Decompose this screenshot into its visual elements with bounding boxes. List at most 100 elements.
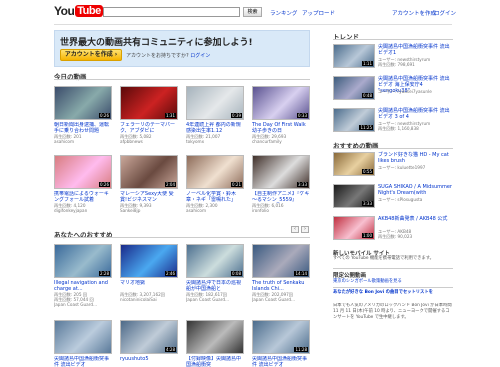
video-title-link[interactable]: 尖閣諸島中国漁船衝突事件 流出ビデオ 3 of 4 (378, 108, 453, 120)
video-thumbnail[interactable]: 0:26 (54, 155, 112, 189)
duration-badge: 1:11 (362, 61, 373, 66)
video-title-link[interactable]: 【自主制作アニメ】『ケキ～るマシン_5559』 (252, 191, 310, 203)
video-thumbnail[interactable] (186, 320, 244, 354)
video-card[interactable]: 0:39 4年連続上昇 都内の新規感染出生率1.12 再生回数: 21,007 tok… (186, 86, 244, 144)
sidebar-video[interactable]: 1:11 尖閣諸島中国漁船衝突事件 流出ビデオ1 ユーザー: newsthirsty… (333, 44, 453, 72)
limited-rule (333, 287, 453, 288)
duration-badge: 0:33 (297, 113, 308, 118)
video-card[interactable]: 0:08 尖閣諸島沖で日本の巡視船が中国漁船と 再生回数: 182,617回 Japa… (186, 244, 244, 302)
sidebar-video[interactable]: 1:00 AKB48新曲発表 / AKB48 公式 ユーザー: AKB48 再生回数:… (333, 216, 453, 244)
video-title-link[interactable]: 朝日新聞出身逮捕、運転手に乗り合わせ問題 (54, 122, 112, 134)
video-title-link[interactable]: SUGA SHIKAO / A Midsummer Night's Dream(… (378, 184, 453, 196)
duration-badge: 0:08 (231, 271, 242, 276)
video-title-link[interactable]: 尖閣諸島中国漁船衝突事件 流出ビデオ (54, 356, 112, 367)
search-button[interactable]: 検索 (243, 7, 262, 17)
trend-rule (333, 39, 453, 40)
video-title-link[interactable]: Illegal navigation and charge at... (54, 280, 112, 292)
upload-link[interactable]: アップロード (302, 9, 335, 17)
sidebar-video[interactable]: 11:25 尖閣諸島中国漁船衝突事件 流出ビデオ 3 of 4 ユーザー: news… (333, 108, 453, 136)
mobile-rule (333, 268, 453, 269)
create-account-button[interactable]: アカウントを作成 › (60, 49, 122, 61)
video-card[interactable]: 14:14 The truth of Senkaku Islands Chi...… (252, 244, 310, 302)
video-title-link[interactable]: マリオ地獄 (120, 280, 178, 292)
video-thumbnail[interactable]: 2:28 (54, 244, 112, 278)
video-thumbnail[interactable]: 0:08 (186, 244, 244, 278)
video-thumbnail[interactable]: 1:00 (333, 216, 375, 240)
video-meta: chancurfamily (252, 139, 282, 144)
video-card[interactable]: 尖閣諸島中国漁船衝突事件 流出ビデオ (54, 320, 112, 367)
video-meta: 再生回数: 90,023 (378, 234, 413, 239)
video-meta: ユーザー: sPlosugusta (378, 197, 423, 202)
banner-title: 世界最大の動画共有コミュニティに参加しよう! (60, 38, 253, 48)
video-meta: asahicom (186, 208, 207, 213)
next-page-button[interactable]: › (301, 226, 309, 233)
video-thumbnail[interactable]: 4:28 (120, 320, 178, 354)
video-thumbnail[interactable]: 3:33 (252, 155, 310, 189)
video-card[interactable]: 【付録映像】尖閣諸島中国漁船衝突 (186, 320, 244, 367)
video-meta: digifonkeyjapan (54, 208, 88, 213)
video-meta: 再生回数: 798,691 (378, 62, 415, 67)
video-card[interactable]: 0:21 ノーベル化学賞・鈴木章・ネギ「雷鳴れた」 再生回数: 2,300 asahi… (186, 155, 244, 213)
video-thumbnail[interactable]: 0:39 (186, 86, 244, 120)
sidebar-video[interactable]: 3:33 SUGA SHIKAO / A Midsummer Night's Dr… (333, 184, 453, 212)
video-meta: ユーザー: kuluette1997 (378, 165, 426, 170)
duration-badge: 4:28 (165, 347, 176, 352)
video-card[interactable]: 4:28 ryuushuto5 (120, 320, 178, 367)
video-title-link[interactable]: The Day Of First Walk 幼子歩きの日 (252, 122, 310, 134)
prev-page-button[interactable]: ‹ (291, 226, 299, 233)
video-title-link[interactable]: AKB48新曲発表 / AKB48 公式 (378, 216, 453, 222)
have-account-label: アカウントをお持ちですか? (126, 53, 189, 59)
video-thumbnail[interactable]: 14:14 (252, 244, 310, 278)
video-thumbnail[interactable]: 0:26 (54, 86, 112, 120)
video-thumbnail[interactable] (54, 320, 112, 354)
video-thumbnail[interactable]: 11:25 (333, 108, 375, 132)
video-title-link[interactable]: The truth of Senkaku Islands Chi... (252, 280, 310, 292)
video-title-link[interactable]: マレーシアSexy大使 受賞!ビジネスマン (120, 191, 178, 203)
video-card[interactable]: 0:33 The Day Of First Walk 幼子歩きの日 再生回数: 29… (252, 86, 310, 144)
duration-badge: 11:28 (294, 347, 308, 352)
video-title-link[interactable]: フェラーリのテーマパーク、アブダビに (120, 122, 178, 134)
video-title-link[interactable]: ノーベル化学賞・鈴木章・ネギ「雷鳴れた」 (186, 191, 244, 203)
sidebar-video[interactable]: 0:48 尖閣諸島中国漁船衝突事件 流出ビデオ 海上保安庁4 "sengoku38… (333, 76, 453, 104)
video-thumbnail[interactable]: 2:04 (120, 155, 178, 189)
video-thumbnail[interactable]: 0:48 (333, 76, 375, 100)
video-thumbnail[interactable]: 3:33 (333, 184, 375, 208)
video-title-link[interactable]: ブランド好きな猫 HD - My cat likes brush (378, 152, 453, 164)
video-meta: tokyomx (186, 139, 205, 144)
mobile-text: すべての YouTube 機能を携帯電話で利用できます。 (333, 256, 434, 261)
video-thumbnail[interactable]: 0:55 (333, 152, 375, 176)
limited-bold-link[interactable]: あなたが好きな Bon Jovi の曲目でセットリストを (333, 290, 453, 296)
video-card[interactable]: 3:33 【自主制作アニメ】『ケキ～るマシン_5559』 再生回数: 6,016 ir… (252, 155, 310, 213)
youtube-logo[interactable]: You Tube (54, 3, 103, 19)
video-card[interactable]: 0:26 携帯電話によるウォーキングフォール試着 再生回数: 4,120 digifo… (54, 155, 112, 213)
video-thumbnail[interactable]: 0:33 (252, 86, 310, 120)
video-thumbnail[interactable]: 1:31 (120, 86, 178, 120)
video-title-link[interactable]: 尖閣諸島中国漁船衝突事件 流出ビデオ1 (378, 44, 453, 56)
video-thumbnail[interactable]: 2:46 (120, 244, 178, 278)
video-thumbnail[interactable]: 0:21 (186, 155, 244, 189)
sidebar-video[interactable]: 0:55 ブランド好きな猫 HD - My cat likes brush ユーザー… (333, 152, 453, 180)
search-input[interactable] (103, 7, 240, 17)
login-link[interactable]: ログイン (434, 9, 456, 17)
ranking-link[interactable]: ランキング (270, 9, 297, 17)
video-title-link[interactable]: 【付録映像】尖閣諸島中国漁船衝突 (186, 356, 244, 367)
limited-heading: 限定公開動画 (333, 273, 367, 279)
banner-login-link[interactable]: ログイン (190, 53, 210, 59)
video-card[interactable]: 2:28 Illegal navigation and charge at... 再… (54, 244, 112, 307)
signup-banner: 世界最大の動画共有コミュニティに参加しよう! アカウントを作成 › アカウントを… (54, 30, 310, 67)
video-card[interactable]: 2:04 マレーシアSexy大使 受賞!ビジネスマン 再生回数: 9,393 Sank… (120, 155, 178, 213)
video-title-link[interactable]: 尖閣諸島沖で日本の巡視船が中国漁船と (186, 280, 244, 292)
video-title-link[interactable]: 携帯電話によるウォーキングフォール試着 (54, 191, 112, 203)
video-card[interactable]: 11:28 尖閣諸島中国漁船衝突事件 流出ビデオ (252, 320, 310, 367)
video-thumbnail[interactable]: 11:28 (252, 320, 310, 354)
video-card[interactable]: 2:46 マリオ地獄 再生回数: 3,207,162回 nicotaninicolai… (120, 244, 178, 302)
create-account-link[interactable]: アカウントを作成 (392, 9, 436, 17)
video-title-link[interactable]: 尖閣諸島中国漁船衝突事件 流出ビデオ (252, 356, 310, 367)
video-title-link[interactable]: ryuushuto5 (120, 356, 178, 367)
video-thumbnail[interactable]: 1:11 (333, 44, 375, 68)
limited-link[interactable]: 東京のシンガポール散策動画を見る (333, 279, 453, 285)
video-title-link[interactable]: 4年連続上昇 都内の新規感染出生率1.12 (186, 122, 244, 134)
video-card[interactable]: 0:26 朝日新聞出身逮捕、運転手に乗り合わせ問題 再生回数: 201 asahico… (54, 86, 112, 144)
duration-badge: 2:46 (165, 271, 176, 276)
video-card[interactable]: 1:31 フェラーリのテーマパーク、アブダビに 再生回数: 5,082 afpbbne… (120, 86, 178, 144)
